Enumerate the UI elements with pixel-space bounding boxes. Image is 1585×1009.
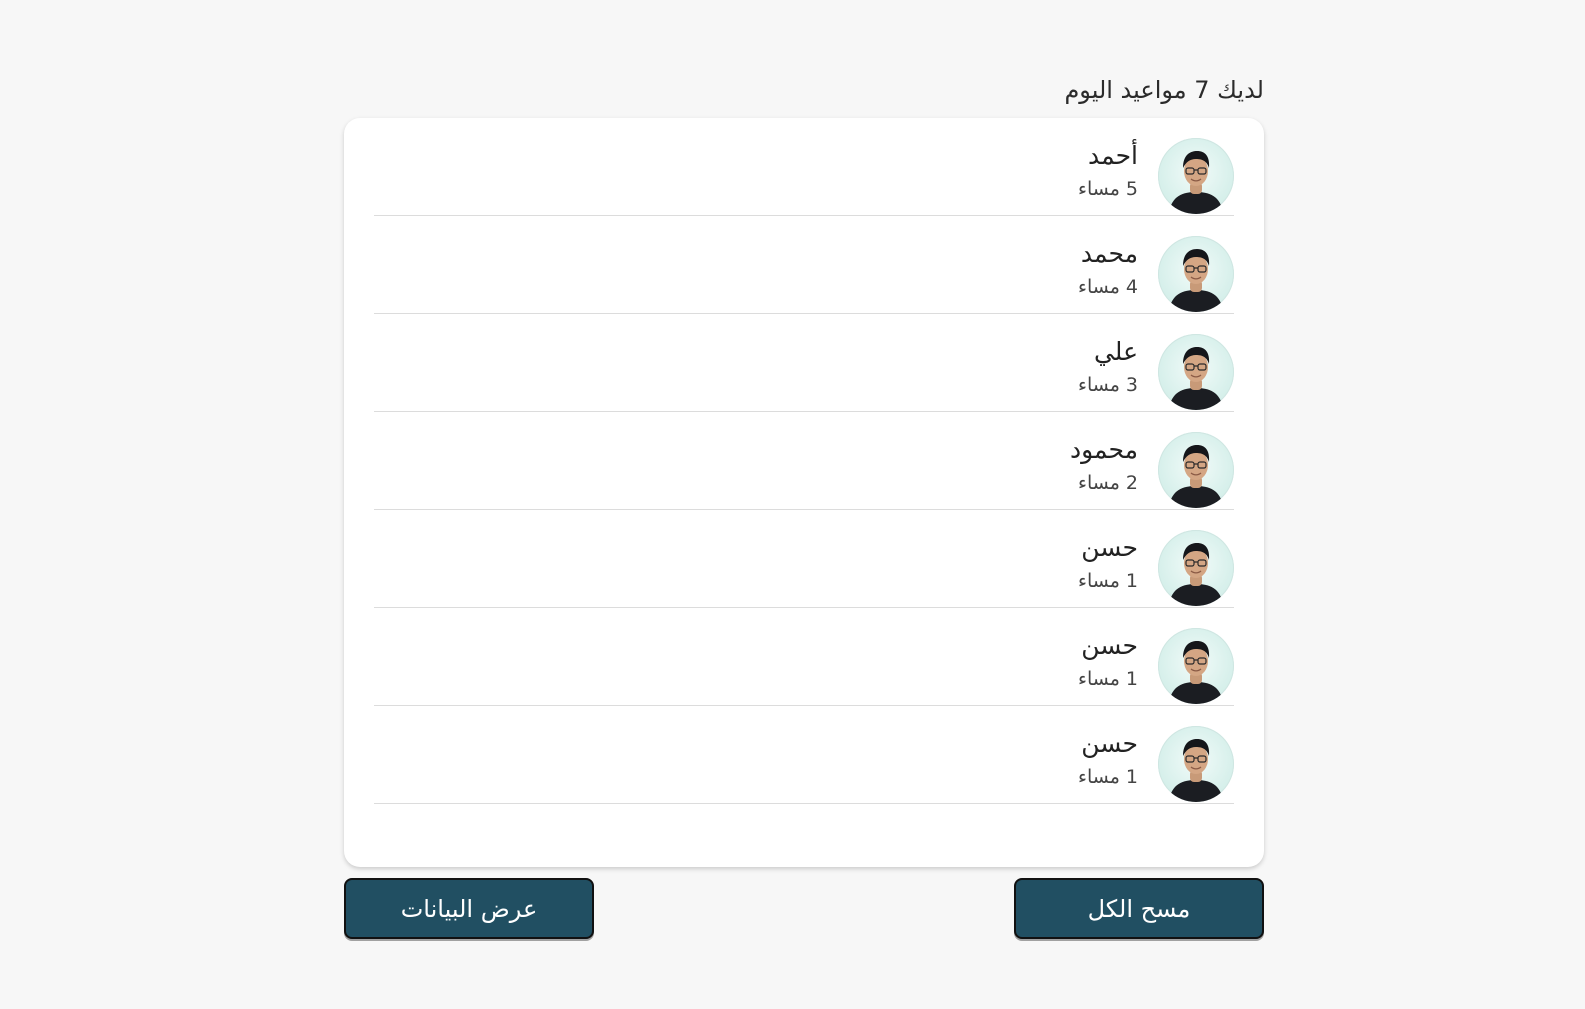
list-item[interactable]: أحمد 5 مساء bbox=[374, 118, 1234, 216]
list-item[interactable]: حسن 1 مساء bbox=[374, 706, 1234, 804]
list-item[interactable]: محمود 2 مساء bbox=[374, 412, 1234, 510]
avatar bbox=[1158, 726, 1234, 802]
appointment-time: 1 مساء bbox=[1078, 766, 1138, 788]
appointment-name: محمود bbox=[1069, 435, 1138, 464]
appointment-time: 2 مساء bbox=[1078, 472, 1138, 494]
list-item[interactable]: علي 3 مساء bbox=[374, 314, 1234, 412]
list-item[interactable]: حسن 1 مساء bbox=[374, 510, 1234, 608]
appointment-name: محمد bbox=[1080, 239, 1138, 268]
appointment-time: 1 مساء bbox=[1078, 570, 1138, 592]
appointment-time: 4 مساء bbox=[1078, 276, 1138, 298]
appointments-list: أحمد 5 مساء محمد 4 مساء علي 3 مساء محمود… bbox=[374, 118, 1234, 804]
appointment-name: حسن bbox=[1081, 729, 1138, 758]
appointments-page: لديك 7 مواعيد اليوم أحمد 5 مساء محمد 4 م… bbox=[344, 0, 1264, 1009]
appointment-name: حسن bbox=[1081, 533, 1138, 562]
appointment-name: أحمد bbox=[1088, 141, 1138, 170]
list-item[interactable]: محمد 4 مساء bbox=[374, 216, 1234, 314]
avatar bbox=[1158, 530, 1234, 606]
avatar bbox=[1158, 432, 1234, 508]
avatar bbox=[1158, 628, 1234, 704]
clear-all-button[interactable]: مسح الكل bbox=[1014, 878, 1264, 939]
appointment-name: حسن bbox=[1081, 631, 1138, 660]
view-data-button[interactable]: عرض البيانات bbox=[344, 878, 594, 939]
avatar bbox=[1158, 236, 1234, 312]
avatar bbox=[1158, 334, 1234, 410]
page-title: لديك 7 مواعيد اليوم bbox=[1064, 76, 1264, 104]
appointments-card: أحمد 5 مساء محمد 4 مساء علي 3 مساء محمود… bbox=[344, 118, 1264, 867]
appointment-time: 3 مساء bbox=[1078, 374, 1138, 396]
appointment-time: 1 مساء bbox=[1078, 668, 1138, 690]
list-item[interactable]: حسن 1 مساء bbox=[374, 608, 1234, 706]
avatar bbox=[1158, 138, 1234, 214]
appointment-time: 5 مساء bbox=[1078, 178, 1138, 200]
appointment-name: علي bbox=[1093, 337, 1138, 366]
